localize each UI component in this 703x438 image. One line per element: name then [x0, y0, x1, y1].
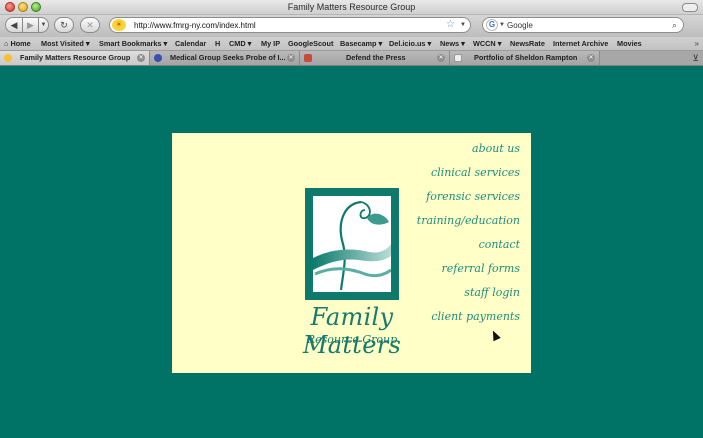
- tab-close-icon[interactable]: ✕: [587, 54, 595, 62]
- mouse-cursor-icon: [489, 328, 501, 342]
- url-text[interactable]: http://www.fmrg-ny.com/index.html: [134, 19, 256, 32]
- bookmark-h[interactable]: H: [215, 37, 220, 50]
- logo-frame: [305, 188, 399, 300]
- chevron-down-icon: ▼: [40, 22, 47, 28]
- window-title: Family Matters Resource Group: [287, 2, 416, 12]
- back-arrow-icon: ◀: [10, 20, 18, 30]
- logo-image: [313, 196, 392, 292]
- stop-icon: ✕: [86, 20, 94, 30]
- bookmark-googlescout[interactable]: GoogleScout: [288, 37, 333, 50]
- bookmark-wccn[interactable]: WCCN ▾: [473, 37, 501, 50]
- search-input[interactable]: Google: [507, 19, 533, 32]
- bookmark-home[interactable]: ⌂ Home: [4, 37, 31, 50]
- tab-label: Medical Group Seeks Probe of I...: [170, 53, 286, 62]
- bookmark-smart-bookmarks[interactable]: Smart Bookmarks ▾: [99, 37, 167, 50]
- bookmark-most-visited[interactable]: Most Visited ▾: [41, 37, 90, 50]
- bookmark-internet-archive[interactable]: Internet Archive: [553, 37, 608, 50]
- tab-favicon-icon: [454, 54, 462, 62]
- nav-forensic-services[interactable]: forensic services: [426, 190, 520, 203]
- engine-dropdown-icon[interactable]: ▼: [499, 18, 505, 32]
- tab-close-icon[interactable]: ✕: [287, 54, 295, 62]
- nav-clinical-services[interactable]: clinical services: [431, 166, 520, 179]
- nav-client-payments[interactable]: client payments: [431, 310, 520, 323]
- nav-about-us[interactable]: about us: [472, 142, 520, 155]
- tab-favicon-icon: [304, 54, 312, 62]
- site-favicon-icon: ☀: [112, 19, 126, 31]
- nav-contact[interactable]: contact: [479, 238, 520, 251]
- tab-bar: Family Matters Resource Group ✕ Medical …: [0, 51, 703, 66]
- bookmark-newsrate[interactable]: NewsRate: [510, 37, 545, 50]
- tab-label: Family Matters Resource Group: [20, 53, 131, 62]
- bookmark-basecamp[interactable]: Basecamp ▾: [340, 37, 382, 50]
- home-icon: ⌂: [4, 39, 9, 48]
- brand-subtitle: Resource Group: [306, 333, 398, 346]
- tab-favicon-icon: [154, 54, 162, 62]
- google-engine-icon[interactable]: G: [486, 19, 498, 31]
- search-bar[interactable]: G ▼ Google ⌕: [482, 17, 684, 33]
- back-button[interactable]: ◀: [5, 17, 23, 33]
- url-history-dropdown-icon[interactable]: ▼: [460, 18, 466, 32]
- nav-toolbar: ◀ ▶ ▼ ↻ ✕ ☀ http://www.fmrg-ny.com/index…: [0, 15, 703, 37]
- stop-button[interactable]: ✕: [80, 17, 100, 33]
- bookmark-movies[interactable]: Movies: [617, 37, 642, 50]
- bookmark-my-ip[interactable]: My IP: [261, 37, 280, 50]
- search-icon[interactable]: ⌕: [672, 18, 677, 32]
- brand-title: Family Matters: [302, 303, 402, 359]
- tab-label: Portfolio of Sheldon Rampton: [474, 53, 578, 62]
- bookmark-delicious[interactable]: Del.icio.us ▾: [389, 37, 431, 50]
- tab-favicon-icon: [4, 54, 12, 62]
- tab-defend-the-press[interactable]: Defend the Press ✕: [300, 51, 450, 65]
- tab-portfolio[interactable]: Portfolio of Sheldon Rampton ✕: [450, 51, 600, 65]
- toolbar-toggle-button[interactable]: [682, 3, 698, 12]
- address-bar[interactable]: ☀ http://www.fmrg-ny.com/index.html ☆ ▼: [109, 17, 471, 33]
- tab-close-icon[interactable]: ✕: [137, 54, 145, 62]
- bookmark-cmd[interactable]: CMD ▾: [229, 37, 251, 50]
- tab-family-matters[interactable]: Family Matters Resource Group ✕: [0, 51, 150, 65]
- bookmarks-overflow-chevron-icon[interactable]: »: [695, 37, 699, 50]
- reload-button[interactable]: ↻: [54, 17, 74, 33]
- bookmark-news[interactable]: News ▾: [440, 37, 465, 50]
- history-dropdown-button[interactable]: ▼: [39, 17, 49, 33]
- bookmark-star-icon[interactable]: ☆: [446, 18, 455, 32]
- reload-icon: ↻: [60, 20, 68, 30]
- bookmarks-bar: ⌂ Home Most Visited ▾ Smart Bookmarks ▾ …: [0, 37, 703, 51]
- nav-training-education[interactable]: training/education: [417, 214, 520, 227]
- tab-list-icon[interactable]: ⊻: [692, 51, 699, 65]
- nav-referral-forms[interactable]: referral forms: [442, 262, 520, 275]
- forward-button[interactable]: ▶: [23, 17, 39, 33]
- bookmark-calendar[interactable]: Calendar: [175, 37, 206, 50]
- swirl-logo-icon: [313, 200, 392, 291]
- tab-medical-group[interactable]: Medical Group Seeks Probe of I... ✕: [150, 51, 300, 65]
- nav-staff-login[interactable]: staff login: [464, 286, 520, 299]
- content-panel: Family Matters Resource Group about us c…: [172, 133, 531, 373]
- tab-label: Defend the Press: [346, 53, 406, 62]
- window-titlebar: Family Matters Resource Group: [0, 0, 703, 15]
- forward-arrow-icon: ▶: [27, 20, 34, 30]
- tab-close-icon[interactable]: ✕: [437, 54, 445, 62]
- bookmark-label: Home: [10, 39, 31, 48]
